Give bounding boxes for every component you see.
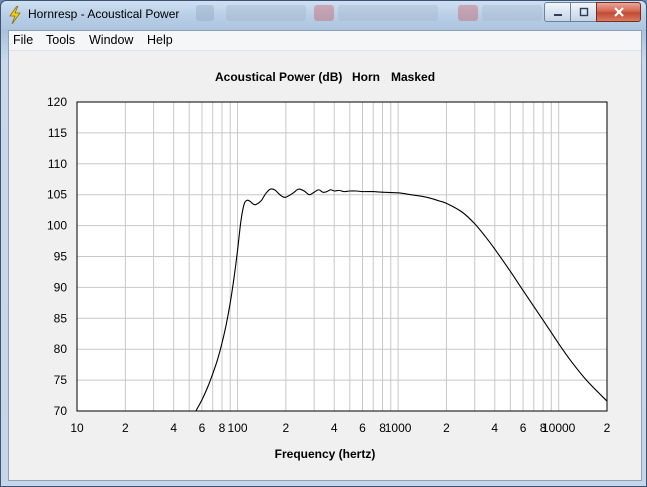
y-axis-tick-labels: 120 115 110 105 100 95 90 85 80 75 70 <box>47 95 67 418</box>
minimize-button[interactable] <box>544 2 571 22</box>
x-tick-label: 2 <box>122 421 129 435</box>
x-tick-label: 4 <box>331 421 338 435</box>
maximize-icon <box>579 7 588 17</box>
y-tick-label: 120 <box>47 95 67 109</box>
x-tick-label: 4 <box>491 421 498 435</box>
menu-tools[interactable]: Tools <box>46 33 75 47</box>
close-icon <box>613 7 624 17</box>
menu-help[interactable]: Help <box>147 33 173 47</box>
y-tick-label: 105 <box>47 188 67 202</box>
menu-file[interactable]: File <box>13 33 33 47</box>
lightning-bolt-icon <box>9 6 21 24</box>
chart-title-group: Acoustical Power (dB) Horn Masked <box>215 70 435 84</box>
menu-bar: File Tools Window Help <box>9 31 641 51</box>
x-tick-label: 10000 <box>542 421 576 435</box>
app-window: Hornresp - Acoustical Power File Tools W… <box>0 0 647 487</box>
close-button[interactable] <box>596 2 641 22</box>
y-tick-label: 70 <box>54 404 68 418</box>
client-area: File Tools Window Help Acoustical Power … <box>8 30 642 481</box>
window-controls <box>544 2 641 22</box>
x-tick-label: 2 <box>604 421 611 435</box>
y-tick-label: 80 <box>54 342 68 356</box>
x-tick-label: 6 <box>520 421 527 435</box>
x-tick-label: 6 <box>199 421 206 435</box>
x-axis-tick-labels: 10 2 4 6 8 100 2 4 6 81000 2 4 6 810000 2 <box>70 421 610 435</box>
chart-subtitle-masked: Masked <box>391 70 435 84</box>
x-axis-label: Frequency (hertz) <box>275 447 376 461</box>
x-tick-label: 2 <box>443 421 450 435</box>
x-tick-label: 10 <box>70 421 84 435</box>
y-tick-label: 95 <box>54 250 68 264</box>
minimize-icon <box>553 14 562 16</box>
y-tick-label: 100 <box>47 219 67 233</box>
menu-window[interactable]: Window <box>89 33 133 47</box>
x-tick-label: 1000 <box>385 421 412 435</box>
maximize-button[interactable] <box>570 2 597 22</box>
x-tick-label: 6 <box>359 421 366 435</box>
chart-title: Acoustical Power (dB) <box>215 70 342 84</box>
chart-subtitle-horn: Horn <box>352 70 380 84</box>
title-bar[interactable]: Hornresp - Acoustical Power <box>1 1 646 29</box>
window-title: Hornresp - Acoustical Power <box>28 7 180 21</box>
acoustical-power-chart: Acoustical Power (dB) Horn Masked 120 115… <box>47 70 611 461</box>
y-tick-label: 110 <box>48 157 67 171</box>
x-tick-label: 4 <box>170 421 177 435</box>
y-tick-label: 75 <box>54 373 68 387</box>
x-tick-label: 2 <box>283 421 290 435</box>
y-tick-label: 85 <box>54 311 68 325</box>
y-tick-label: 90 <box>54 280 68 294</box>
x-tick-label: 8 <box>219 421 226 435</box>
y-tick-label: 115 <box>48 126 67 140</box>
x-tick-label: 100 <box>228 421 248 435</box>
